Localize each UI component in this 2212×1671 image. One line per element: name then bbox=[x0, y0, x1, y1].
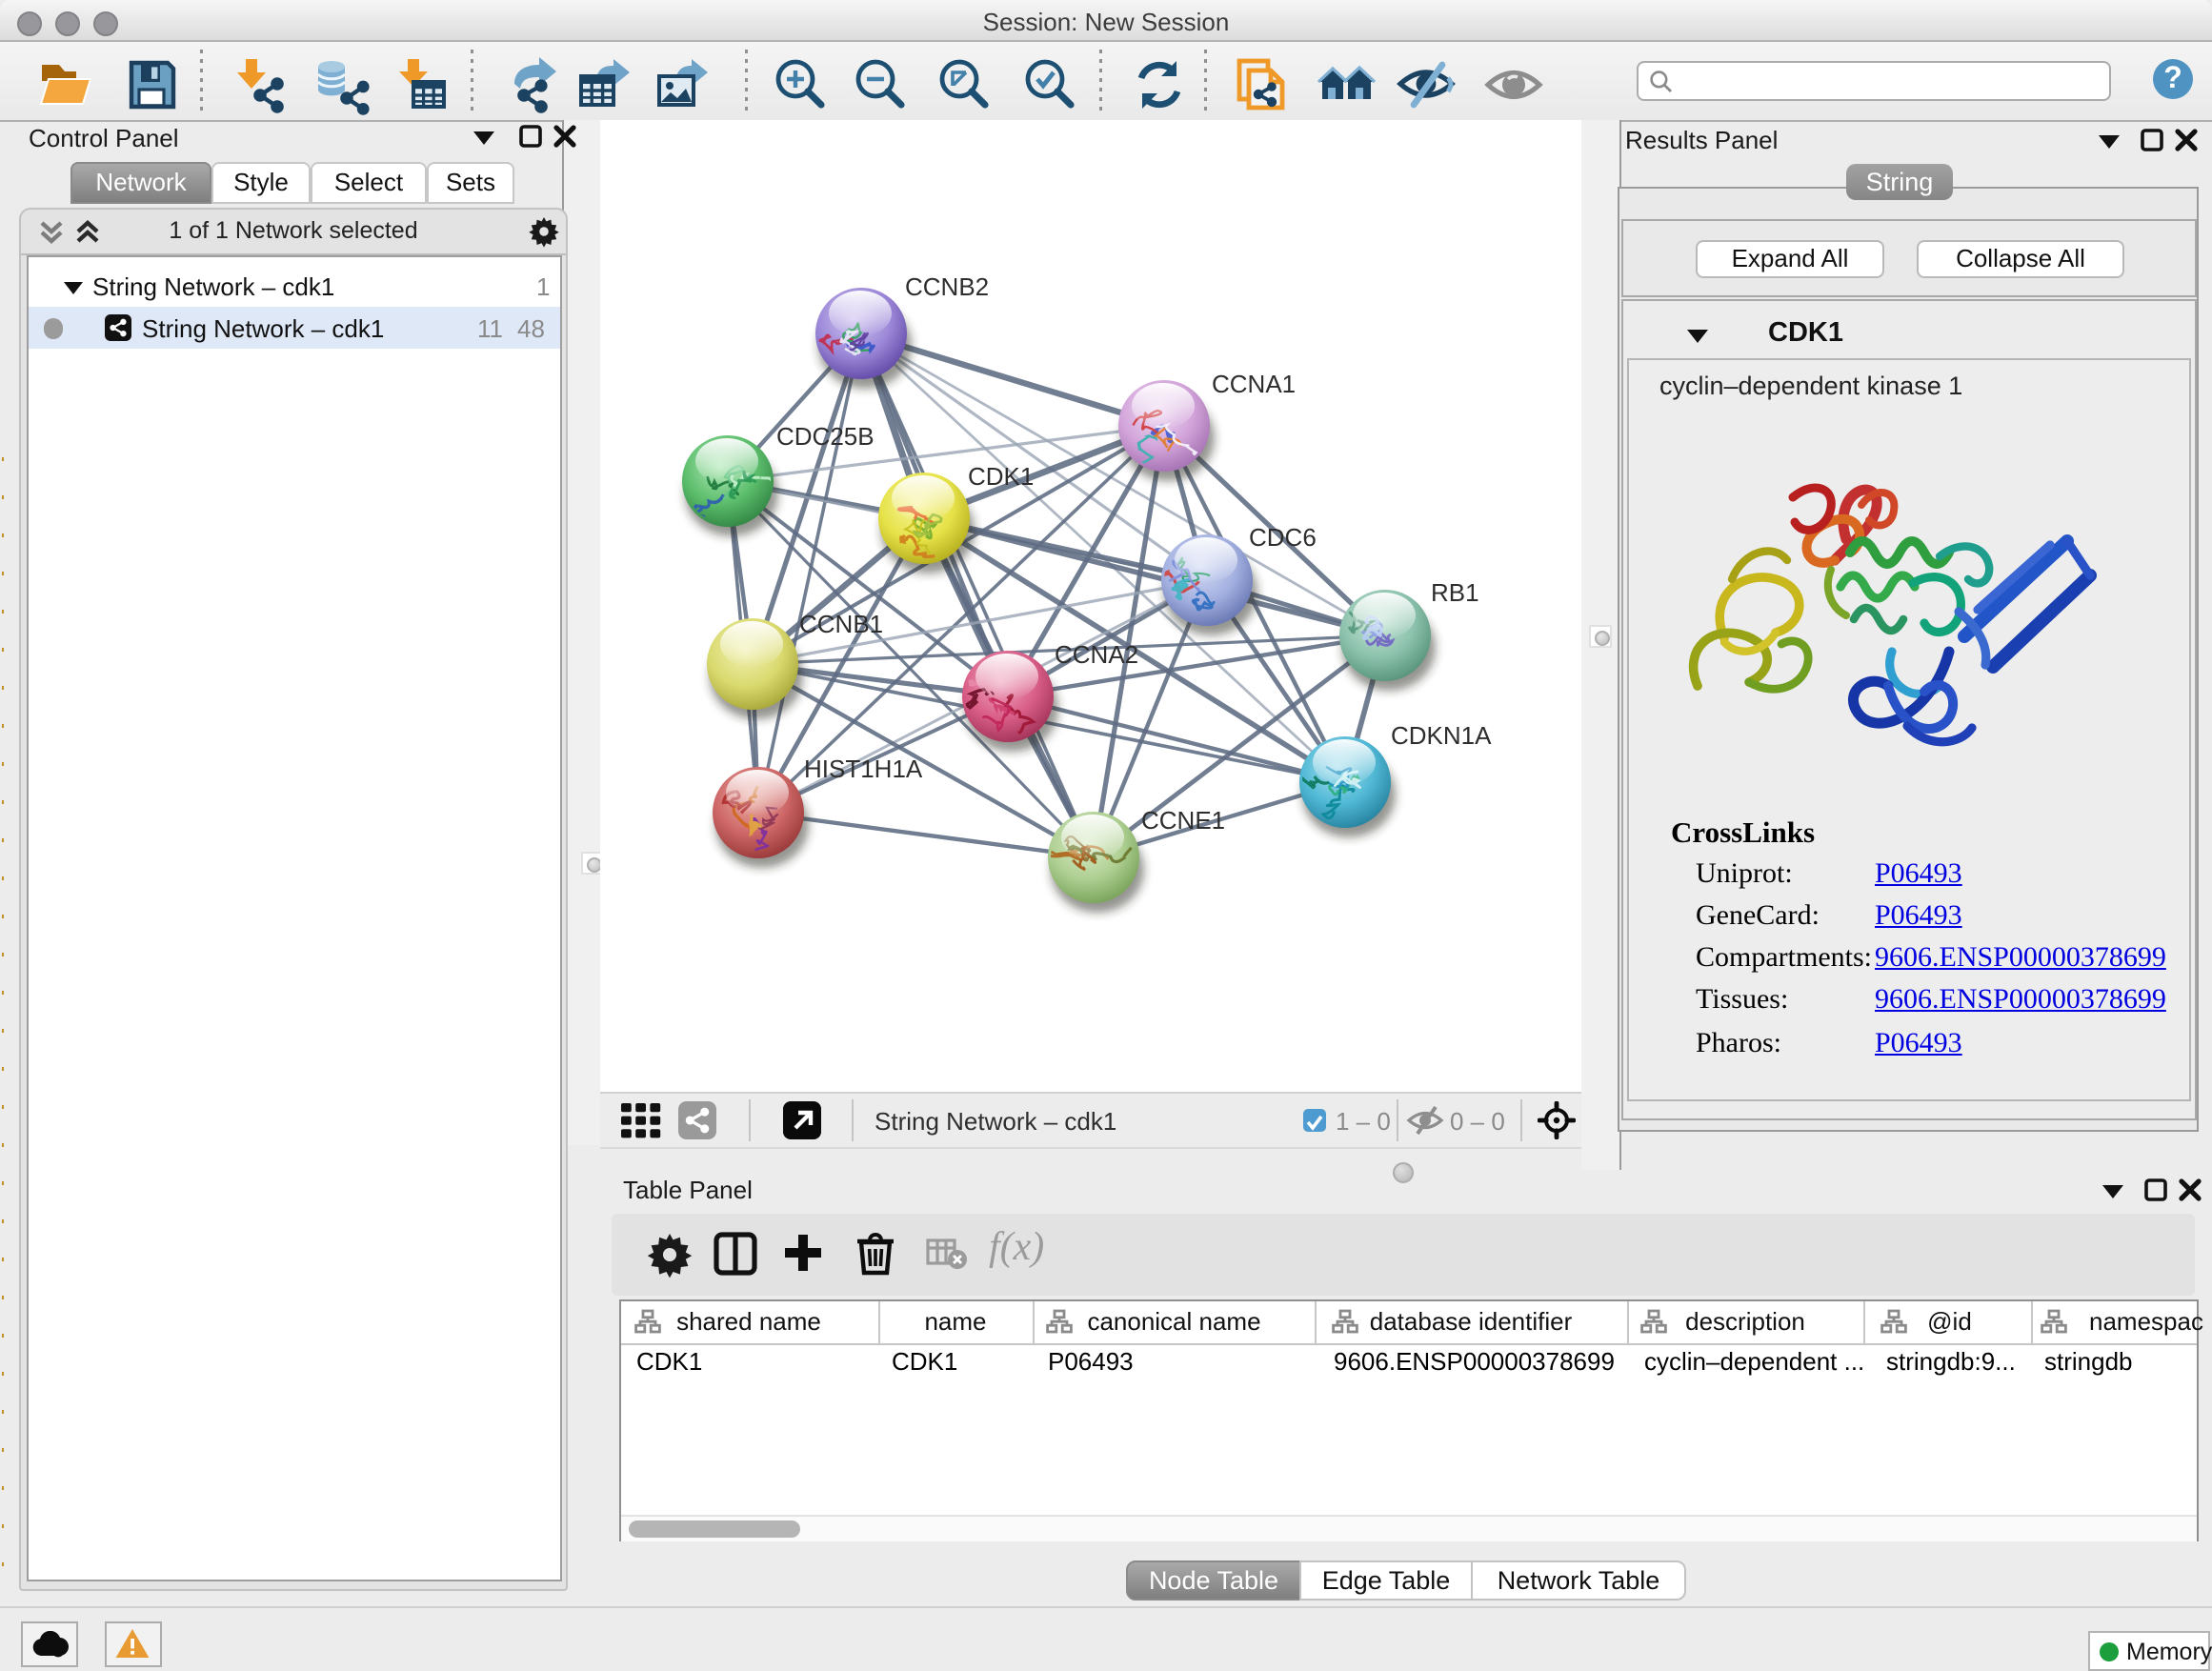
svg-text:CCNA2: CCNA2 bbox=[1055, 640, 1138, 669]
svg-text:CCNE1: CCNE1 bbox=[1141, 806, 1225, 835]
svg-text:CDC25B: CDC25B bbox=[776, 422, 875, 451]
svg-text:RB1: RB1 bbox=[1431, 578, 1479, 607]
svg-text:CDK1: CDK1 bbox=[968, 462, 1034, 491]
svg-text:CDC6: CDC6 bbox=[1249, 523, 1317, 552]
svg-text:HIST1H1A: HIST1H1A bbox=[804, 755, 923, 783]
svg-text:CCNA1: CCNA1 bbox=[1212, 370, 1296, 398]
svg-text:CCNB1: CCNB1 bbox=[799, 610, 883, 638]
svg-text:CDKN1A: CDKN1A bbox=[1391, 721, 1492, 750]
svg-text:CCNB2: CCNB2 bbox=[905, 272, 989, 301]
